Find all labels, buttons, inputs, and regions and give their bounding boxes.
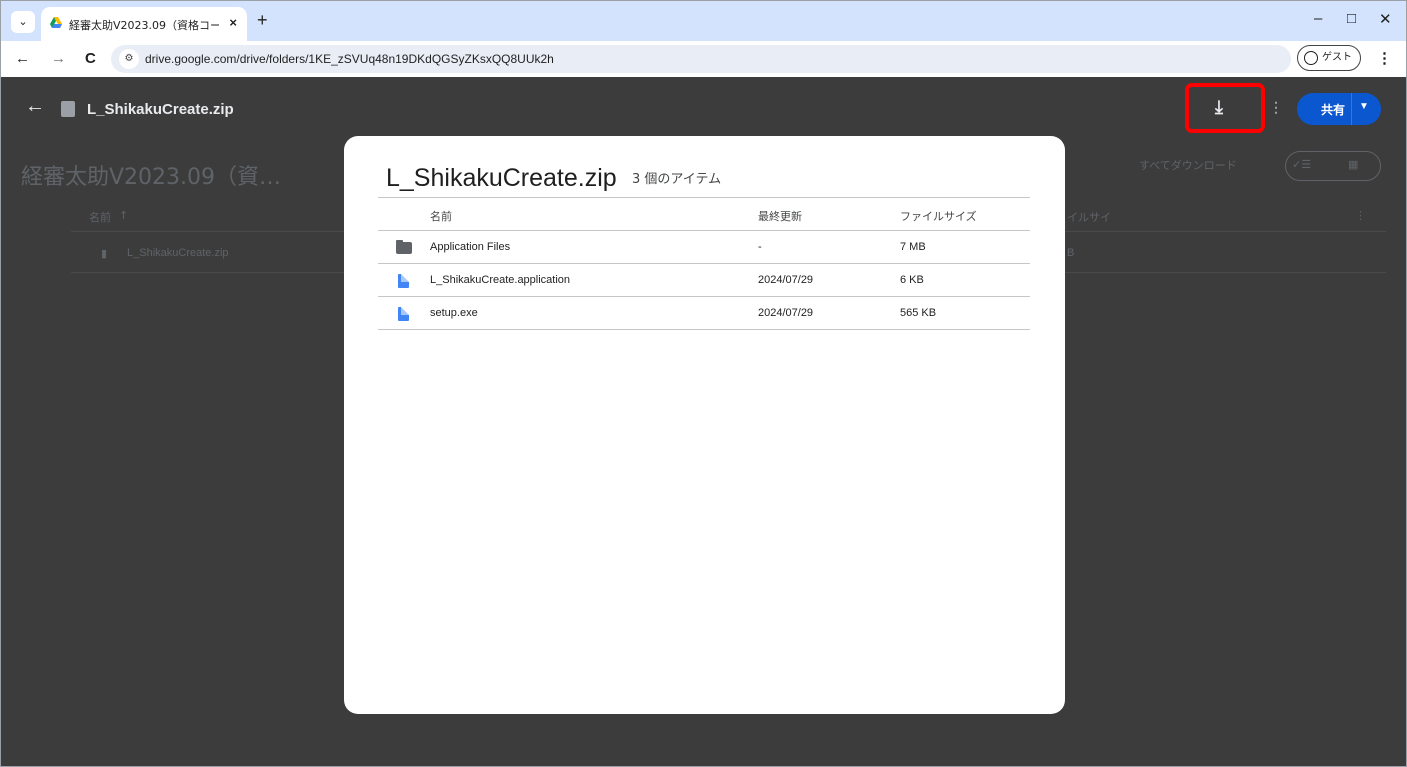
- bg-col-more-icon: ⋮: [1355, 209, 1366, 222]
- grid-view-icon: ▦: [1348, 159, 1359, 171]
- row-modified: 2024/07/29: [758, 274, 814, 286]
- forward-button[interactable]: →: [51, 50, 66, 67]
- row-size: 6 KB: [900, 274, 924, 286]
- reload-button[interactable]: C: [85, 50, 96, 67]
- item-count: 3 個のアイテム: [632, 172, 722, 187]
- close-window-button[interactable]: ✕: [1379, 10, 1392, 28]
- guest-profile-button[interactable]: ゲスト: [1297, 45, 1361, 71]
- share-dropdown-icon[interactable]: ▼: [1359, 101, 1369, 112]
- back-button[interactable]: ←: [15, 50, 30, 67]
- bg-folder-title: 経審太助V2023.09（資…: [21, 165, 282, 190]
- zip-file-icon: [61, 101, 75, 117]
- bg-row-name: L_ShikakuCreate.zip: [127, 247, 229, 259]
- viewer-header: ← L_ShikakuCreate.zip ⤓ ⋮ 共有 ▼: [1, 77, 1406, 141]
- row-name: L_ShikakuCreate.application: [430, 274, 571, 286]
- bg-download-all: すべてダウンロード: [1139, 159, 1237, 172]
- download-icon[interactable]: ⤓: [1215, 97, 1223, 118]
- bg-zip-icon: ▮: [101, 248, 108, 260]
- col-size: ファイルサイズ: [900, 210, 977, 223]
- list-view-icon: ✓☰: [1292, 159, 1312, 171]
- viewer-back-icon[interactable]: ←: [25, 95, 45, 118]
- share-label: 共有: [1321, 103, 1346, 117]
- viewer-file-title: L_ShikakuCreate.zip: [87, 101, 234, 118]
- zip-contents-table: 名前 最終更新 ファイルサイズ Application Files - 7 MB…: [378, 197, 1030, 330]
- bg-col-name: 名前: [89, 211, 111, 224]
- table-header: 名前 最終更新 ファイルサイズ: [378, 197, 1030, 231]
- row-size: 565 KB: [900, 307, 937, 319]
- tab-close-button[interactable]: ×: [229, 15, 237, 30]
- maximize-button[interactable]: □: [1347, 10, 1356, 27]
- bg-col-size: イルサイ: [1067, 211, 1111, 224]
- table-row[interactable]: setup.exe 2024/07/29 565 KB: [378, 297, 1030, 330]
- bg-view-toggle: ✓☰ ▦: [1285, 151, 1381, 181]
- download-highlight-box: [1185, 83, 1265, 133]
- col-modified: 最終更新: [758, 210, 802, 223]
- zip-preview-dialog: L_ShikakuCreate.zip 3 個のアイテム 名前 最終更新 ファイ…: [344, 136, 1065, 714]
- row-modified: -: [758, 241, 762, 253]
- table-row[interactable]: Application Files - 7 MB: [378, 231, 1030, 264]
- address-bar[interactable]: ⚙ drive.google.com/drive/folders/1KE_zSV…: [111, 45, 1291, 73]
- more-actions-icon[interactable]: ⋮: [1269, 99, 1283, 116]
- minimize-button[interactable]: –: [1314, 10, 1322, 27]
- file-icon: [396, 274, 409, 288]
- row-name: setup.exe: [430, 307, 478, 319]
- dialog-title: L_ShikakuCreate.zip: [386, 164, 617, 192]
- col-name: 名前: [430, 210, 452, 223]
- table-row[interactable]: L_ShikakuCreate.application 2024/07/29 6…: [378, 264, 1030, 297]
- bg-row-size: B: [1067, 247, 1075, 259]
- tab-drive[interactable]: 経審太助V2023.09（資格コード ×: [41, 7, 247, 41]
- site-info-icon[interactable]: ⚙: [119, 49, 139, 69]
- browser-menu-icon[interactable]: ⋮: [1377, 49, 1392, 67]
- tab-title: 経審太助V2023.09（資格コード: [69, 19, 219, 32]
- tab-search-chevron-icon[interactable]: ⌄: [11, 11, 35, 33]
- bg-sort-arrow-icon: ↑: [119, 209, 129, 222]
- google-drive-icon: [50, 17, 62, 28]
- file-icon: [396, 307, 409, 321]
- new-tab-button[interactable]: +: [257, 10, 268, 30]
- browser-window: ⌄ 経審太助V2023.09（資格コード × + – □ ✕ ← → C ⚙ d…: [0, 0, 1407, 767]
- share-button[interactable]: 共有 ▼: [1297, 93, 1381, 125]
- guest-label: ゲスト: [1322, 52, 1352, 63]
- tab-strip: ⌄ 経審太助V2023.09（資格コード × + – □ ✕: [1, 1, 1406, 41]
- profile-icon: [1304, 51, 1318, 65]
- share-divider: [1351, 93, 1352, 125]
- url-text[interactable]: drive.google.com/drive/folders/1KE_zSVUq…: [145, 52, 554, 66]
- browser-toolbar: ← → C ⚙ drive.google.com/drive/folders/1…: [1, 41, 1406, 77]
- row-name: Application Files: [430, 241, 511, 253]
- row-modified: 2024/07/29: [758, 307, 814, 319]
- row-size: 7 MB: [900, 241, 926, 253]
- folder-icon: [396, 240, 412, 254]
